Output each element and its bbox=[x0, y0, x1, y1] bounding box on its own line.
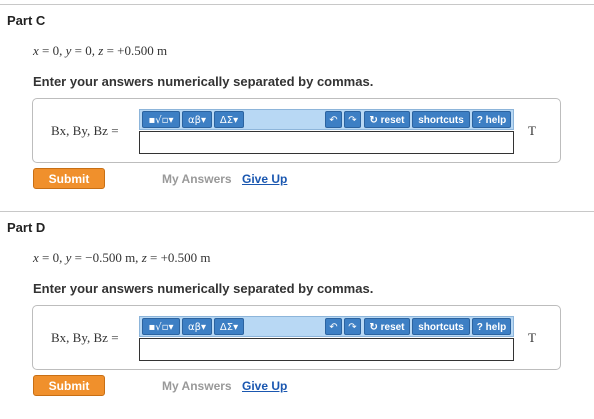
symbols-dropdown-button[interactable]: ΔΣ▾ bbox=[214, 111, 244, 128]
give-up-link[interactable]: Give Up bbox=[242, 379, 287, 393]
y-value: = −0.500 m, bbox=[71, 250, 142, 265]
greek-dropdown-button[interactable]: αβ▾ bbox=[182, 318, 212, 335]
undo-icon[interactable]: ↶ bbox=[325, 318, 342, 335]
answer-box: Bx, By, Bz = ▪√▫▾ αβ▾ ΔΣ▾ ↶ ↷ ↻ reset sh… bbox=[32, 305, 561, 370]
position-condition: x = 0, y = −0.500 m, z = +0.500 m bbox=[33, 250, 211, 266]
answer-input[interactable] bbox=[139, 131, 514, 154]
redo-icon[interactable]: ↷ bbox=[344, 111, 361, 128]
instruction-text: Enter your answers numerically separated… bbox=[33, 281, 374, 296]
submit-button[interactable]: Submit bbox=[33, 168, 105, 189]
part-title: Part C bbox=[7, 13, 46, 28]
answer-variable-label: Bx, By, Bz = bbox=[51, 330, 119, 345]
answer-variable-label: Bx, By, Bz = bbox=[51, 123, 119, 138]
symbols-dropdown-button[interactable]: ΔΣ▾ bbox=[214, 318, 244, 335]
section-divider bbox=[0, 4, 594, 5]
math-toolbar: ▪√▫▾ αβ▾ ΔΣ▾ ↶ ↷ ↻ reset shortcuts ? hel… bbox=[139, 109, 514, 130]
my-answers-link[interactable]: My Answers bbox=[162, 379, 232, 393]
math-toolbar: ▪√▫▾ αβ▾ ΔΣ▾ ↶ ↷ ↻ reset shortcuts ? hel… bbox=[139, 316, 514, 337]
reset-button[interactable]: ↻ reset bbox=[364, 318, 410, 335]
greek-dropdown-button[interactable]: αβ▾ bbox=[182, 111, 212, 128]
instruction-text: Enter your answers numerically separated… bbox=[33, 74, 374, 89]
submit-button[interactable]: Submit bbox=[33, 375, 105, 396]
shortcuts-button[interactable]: shortcuts bbox=[412, 111, 470, 128]
position-condition: x = 0, y = 0, z = +0.500 m bbox=[33, 43, 167, 59]
part-title: Part D bbox=[7, 220, 46, 235]
undo-icon[interactable]: ↶ bbox=[325, 111, 342, 128]
answer-box: Bx, By, Bz = ▪√▫▾ αβ▾ ΔΣ▾ ↶ ↷ ↻ reset sh… bbox=[32, 98, 561, 163]
shortcuts-button[interactable]: shortcuts bbox=[412, 318, 470, 335]
x-value: = 0, bbox=[38, 43, 66, 58]
x-value: = 0, bbox=[38, 250, 66, 265]
reset-button[interactable]: ↻ reset bbox=[364, 111, 410, 128]
section-divider bbox=[0, 211, 594, 212]
template-dropdown-button[interactable]: ▪√▫▾ bbox=[142, 318, 180, 335]
redo-icon[interactable]: ↷ bbox=[344, 318, 361, 335]
y-value: = 0, bbox=[71, 43, 99, 58]
z-value: = +0.500 m bbox=[103, 43, 168, 58]
help-button[interactable]: ? help bbox=[472, 111, 511, 128]
unit-label: T bbox=[528, 330, 536, 345]
template-dropdown-button[interactable]: ▪√▫▾ bbox=[142, 111, 180, 128]
help-button[interactable]: ? help bbox=[472, 318, 511, 335]
unit-label: T bbox=[528, 123, 536, 138]
answer-input[interactable] bbox=[139, 338, 514, 361]
give-up-link[interactable]: Give Up bbox=[242, 172, 287, 186]
my-answers-link[interactable]: My Answers bbox=[162, 172, 232, 186]
z-value: = +0.500 m bbox=[146, 250, 211, 265]
